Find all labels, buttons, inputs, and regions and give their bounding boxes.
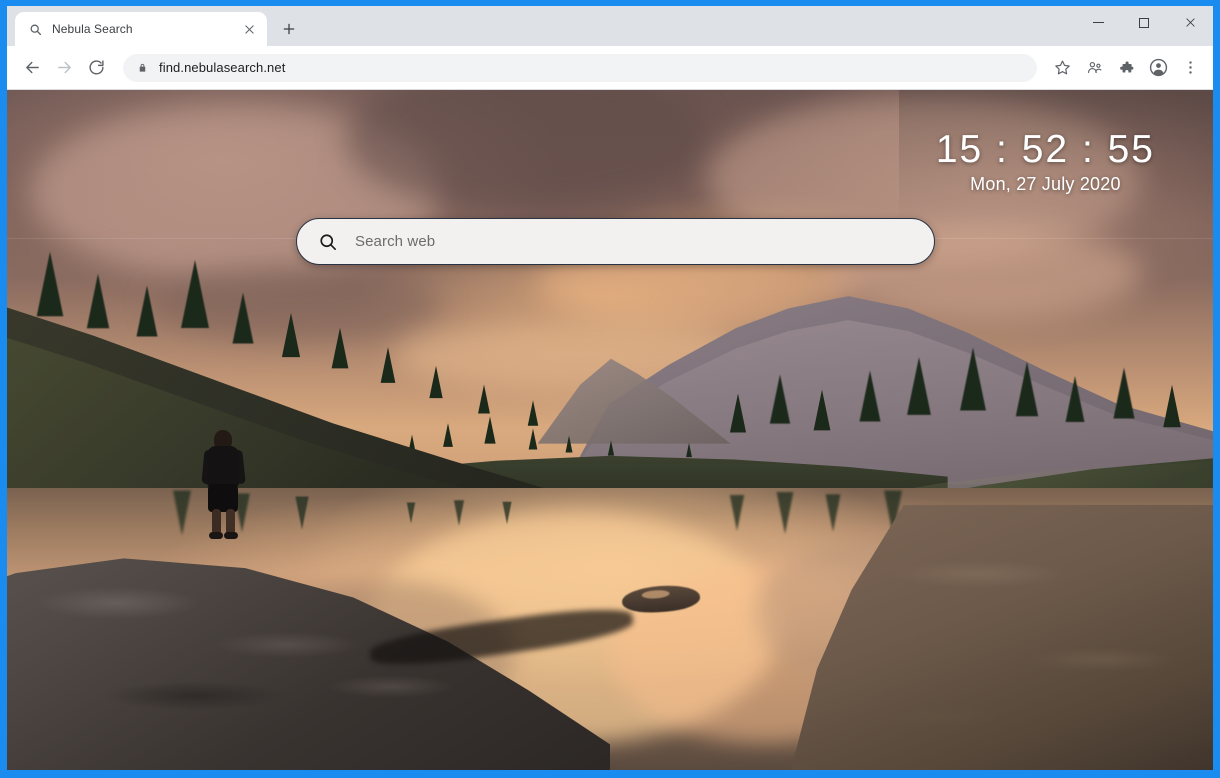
pine-tree [484, 416, 496, 444]
pine-tree [282, 312, 301, 357]
clock-time: 15 : 52 : 55 [935, 128, 1155, 171]
browser-tab[interactable]: Nebula Search [15, 12, 267, 46]
pine-tree [232, 292, 254, 344]
lock-icon [137, 62, 149, 74]
minimize-button[interactable] [1075, 6, 1121, 39]
reflected-pine [295, 496, 310, 530]
pine-tree [331, 327, 349, 369]
reload-button[interactable] [81, 53, 111, 83]
address-bar[interactable]: find.nebulasearch.net [123, 53, 1037, 82]
reflected-pine [729, 495, 744, 531]
clock-widget: 15 : 52 : 55 Mon, 27 July 2020 [935, 128, 1155, 195]
browser-window: Nebula Search find.nebulasearch.net 15:… [7, 6, 1213, 770]
page-content: 15 : 52 : 55 Mon, 27 July 2020 [7, 90, 1213, 770]
forward-button[interactable] [49, 53, 79, 83]
window-controls [1075, 6, 1213, 39]
tab-close-icon[interactable] [239, 19, 259, 39]
pine-tree [1163, 384, 1181, 428]
pine-tree [87, 273, 110, 328]
pine-tree [813, 389, 831, 430]
browser-toolbar: find.nebulasearch.net [7, 46, 1213, 90]
new-tab-button[interactable] [273, 13, 305, 45]
pine-tree [1015, 361, 1039, 417]
browser-window-frame: Nebula Search find.nebulasearch.net 15:… [0, 0, 1220, 778]
back-button[interactable] [17, 53, 47, 83]
maximize-button[interactable] [1121, 6, 1167, 39]
pine-tree [478, 384, 491, 414]
extensions-puzzle-icon[interactable] [1111, 53, 1141, 83]
pine-tree [959, 347, 986, 411]
profile-avatar-icon[interactable] [1143, 53, 1173, 83]
pine-tree [527, 400, 538, 426]
pine-tree [565, 435, 573, 453]
search-icon[interactable] [317, 232, 339, 252]
pine-tree [36, 251, 64, 317]
clock-date: Mon, 27 July 2020 [970, 173, 1121, 194]
pine-tree [729, 393, 746, 433]
reflected-pine [406, 502, 416, 524]
url-text: find.nebulasearch.net [159, 60, 286, 75]
pine-tree [1065, 376, 1085, 423]
pine-tree [1113, 367, 1135, 419]
bookmark-star-icon[interactable] [1047, 53, 1077, 83]
reflected-pine [825, 494, 841, 532]
pine-tree [686, 442, 693, 457]
tab-title: Nebula Search [52, 22, 133, 36]
person-figure [201, 430, 248, 540]
pine-tree [859, 370, 881, 422]
chrome-menu-icon[interactable] [1175, 53, 1205, 83]
close-button[interactable] [1167, 6, 1213, 39]
pine-tree [443, 422, 454, 447]
web-search-bar[interactable] [296, 218, 935, 265]
pine-tree [528, 428, 537, 450]
pine-tree [136, 285, 158, 337]
pine-tree [607, 440, 615, 457]
pine-tree [769, 374, 790, 425]
reflected-pine [454, 500, 465, 526]
tab-strip: Nebula Search [7, 6, 1213, 46]
search-icon [27, 21, 43, 37]
reflected-pine [776, 492, 794, 534]
pine-tree [180, 260, 209, 328]
search-input[interactable] [355, 233, 916, 250]
pine-tree [906, 356, 931, 415]
reflected-pine [172, 490, 191, 536]
pine-tree [380, 347, 396, 384]
share-page-icon[interactable] [1079, 53, 1109, 83]
pine-tree [429, 366, 443, 399]
reflected-pine [502, 501, 512, 525]
